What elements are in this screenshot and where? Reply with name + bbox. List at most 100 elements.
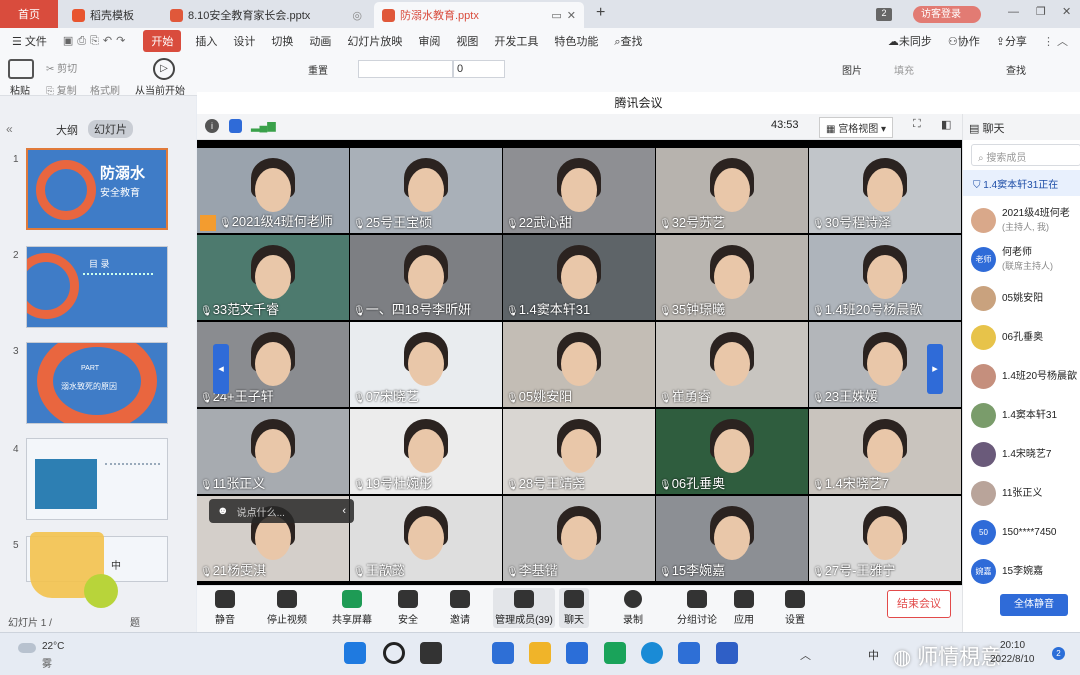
chat-input-box[interactable]: ☻ 说点什么... ‹ <box>209 499 354 523</box>
cut-button[interactable]: ✂ 剪切 <box>46 60 77 75</box>
member-row[interactable]: 1.4宋晓艺7 <box>971 436 1080 472</box>
tab-slides[interactable]: 幻灯片 <box>88 120 133 138</box>
tab-parent-meeting[interactable]: 8.10安全教育家长会.pptx ◎ <box>162 2 370 28</box>
video-tile[interactable]: 🎙︎1.4窦本轩31 <box>503 235 655 320</box>
menu-devtools[interactable]: 开发工具 <box>486 33 546 49</box>
video-tile[interactable]: 🎙︎一、四18号李昕妍 <box>350 235 502 320</box>
login-button[interactable]: 访客登录 <box>913 6 981 23</box>
video-tile[interactable]: 🎙︎王歆懿 <box>350 496 502 581</box>
video-tile[interactable]: 🎙︎11张正义 <box>197 409 349 494</box>
video-tile[interactable]: 🎙︎19号杜婉彤 <box>350 409 502 494</box>
toolbar-button[interactable]: 安全 <box>393 588 423 628</box>
chat-tab[interactable]: ▤ 聊天 <box>963 114 1080 140</box>
collapse-icon[interactable]: « <box>6 122 13 136</box>
menu-search[interactable]: ⌕查找 <box>606 33 650 49</box>
notification-badge[interactable]: 2 <box>1052 647 1065 660</box>
video-tile[interactable]: 🎙︎06孔垂奥 <box>656 409 808 494</box>
find-button[interactable]: 查找 <box>1006 62 1026 77</box>
prev-page-button[interactable]: ◂ <box>213 344 229 394</box>
quick-access-icons[interactable]: ▣⎙⎘↶↷ <box>55 34 137 48</box>
video-tile[interactable]: 🎙︎1.4宋晓艺7 <box>809 409 961 494</box>
toolbar-button[interactable]: 管理成员(39) <box>493 588 555 628</box>
toolbar-button[interactable]: 共享屏幕 <box>327 588 377 628</box>
member-row[interactable]: 1.4班20号杨晨歆 <box>971 358 1080 394</box>
video-tile[interactable]: 🎙︎35钟璟曦 <box>656 235 808 320</box>
copy-button[interactable]: ⎘ 复制 <box>46 82 77 97</box>
window-close-icon[interactable]: ✕ <box>1062 5 1071 18</box>
chevron-left-icon[interactable]: ‹ <box>342 505 346 517</box>
slide-thumb-3[interactable]: PART 溺水致死的原因 <box>26 342 168 424</box>
member-row[interactable]: 11张正义 <box>971 475 1080 511</box>
video-tile[interactable]: 🎙︎崔勇睿 <box>656 322 808 407</box>
reset-button[interactable]: 重置 <box>308 62 328 77</box>
menu-file[interactable]: ☰ 文件 <box>0 33 55 49</box>
toolbar-button[interactable]: 分组讨论 <box>671 588 723 628</box>
sync-icon[interactable]: ◎ <box>352 9 362 22</box>
sidebar-toggle-icon[interactable]: ◧ <box>941 118 951 131</box>
tencent-meeting-icon[interactable] <box>678 642 700 664</box>
task-view-icon[interactable] <box>420 642 442 664</box>
paste-icon[interactable] <box>8 59 34 79</box>
next-page-button[interactable]: ▸ <box>927 344 943 394</box>
monitor-icon[interactable]: ▭ <box>551 9 561 22</box>
slide-thumb-4[interactable] <box>26 438 168 520</box>
font-size-select[interactable]: 0 <box>453 60 505 78</box>
toolbar-button[interactable]: 设置 <box>777 588 813 628</box>
edge-icon[interactable] <box>641 642 663 664</box>
clock-time[interactable]: 20:10 <box>1000 640 1025 651</box>
sync-status[interactable]: ☁未同步 <box>880 33 940 49</box>
menu-design[interactable]: 设计 <box>225 33 263 49</box>
video-tile[interactable]: 🎙︎30号程诗泽 <box>809 148 961 233</box>
toolbar-button[interactable]: 聊天 <box>559 588 589 628</box>
from-current-button[interactable]: 从当前开始 <box>135 82 185 97</box>
mute-all-button[interactable]: 全体静音 <box>1000 594 1068 616</box>
more-icon[interactable]: ⋮ ︿ <box>1035 33 1080 49</box>
member-row[interactable]: 50 150****7450 <box>971 514 1080 550</box>
member-row[interactable]: 05姚安阳 <box>971 280 1080 316</box>
video-tile[interactable]: 🎙︎05姚安阳 <box>503 322 655 407</box>
format-painter-button[interactable]: 格式刷 <box>90 82 120 97</box>
menu-features[interactable]: 特色功能 <box>546 33 606 49</box>
video-tile[interactable]: 🎙︎25号王宝硕 <box>350 148 502 233</box>
signal-icon[interactable]: ▂▄▆ <box>251 119 276 132</box>
tray-chevron-icon[interactable]: ︿ <box>800 647 811 663</box>
menu-animation[interactable]: 动画 <box>301 33 339 49</box>
video-tile[interactable]: 🎙︎1.4班20号杨晨歆 <box>809 235 961 320</box>
member-row[interactable]: 老师 何老师 (联席主持人) <box>971 241 1080 277</box>
minimize-icon[interactable]: — <box>1008 6 1019 18</box>
member-row[interactable]: 06孔垂奥 <box>971 319 1080 355</box>
member-row[interactable]: 婉嘉 15李婉嘉 <box>971 553 1080 589</box>
view-mode-select[interactable]: ▦ 宫格视图 ▾ <box>819 117 894 138</box>
close-icon[interactable]: ✕ <box>567 9 576 22</box>
emoji-icon[interactable]: ☻ <box>217 505 229 517</box>
video-tile[interactable]: 🎙︎28号王靖尧 <box>503 409 655 494</box>
menu-review[interactable]: 审阅 <box>410 33 448 49</box>
video-tile[interactable]: 🎙︎07宋晓艺 <box>350 322 502 407</box>
font-family-select[interactable] <box>358 60 453 78</box>
menu-start[interactable]: 开始 <box>143 30 182 52</box>
info-icon[interactable]: i <box>205 119 219 133</box>
video-tile[interactable]: 🎙︎33范文千睿 <box>197 235 349 320</box>
windows-start-icon[interactable] <box>344 642 366 664</box>
tab-home[interactable]: 首页 <box>0 0 58 28</box>
menu-slideshow[interactable]: 幻灯片放映 <box>339 33 410 49</box>
tab-docer[interactable]: 稻壳模板 <box>64 2 159 28</box>
share-button[interactable]: ⇪分享 <box>988 33 1035 49</box>
file-explorer-icon[interactable] <box>529 642 551 664</box>
ime-indicator[interactable]: 中 <box>868 647 879 663</box>
video-tile[interactable]: 🎙︎2021级4班何老师 <box>197 148 349 233</box>
video-tile[interactable]: 🎙︎22武心甜 <box>503 148 655 233</box>
store-icon[interactable] <box>566 642 588 664</box>
tab-drowning-edu[interactable]: 防溺水教育.pptx ▭ ✕ <box>374 2 584 28</box>
toolbar-button[interactable]: 停止视频 <box>257 588 317 628</box>
weather-desc[interactable]: 雾 <box>42 655 52 670</box>
member-row[interactable]: 2021级4班何老 (主持人, 我) <box>971 202 1080 238</box>
member-row[interactable]: 1.4窦本轩31 <box>971 397 1080 433</box>
tab-outline[interactable]: 大纲 <box>56 122 78 138</box>
end-meeting-button[interactable]: 结束会议 <box>887 590 951 618</box>
menu-transition[interactable]: 切换 <box>263 33 301 49</box>
restore-icon[interactable]: ❐ <box>1036 5 1046 18</box>
video-tile[interactable]: 🎙︎15李婉嘉 <box>656 496 808 581</box>
slide-thumb-2[interactable]: 目 录 <box>26 246 168 328</box>
wechat-icon[interactable] <box>604 642 626 664</box>
